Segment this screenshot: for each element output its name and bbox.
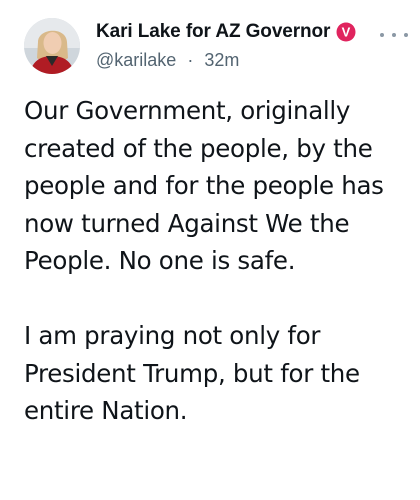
tweet-meta: @karilake · 32m (96, 48, 380, 72)
author-handle[interactable]: @karilake (96, 50, 176, 70)
tweet-paragraph: I am praying not only for President Trum… (24, 321, 360, 425)
name-row: Kari Lake for AZ Governor V (96, 18, 380, 46)
author-display-name[interactable]: Kari Lake for AZ Governor (96, 21, 330, 43)
tweet-card: Kari Lake for AZ Governor V @karilake · … (0, 0, 420, 500)
more-dot (380, 33, 384, 37)
tweet-paragraph: Our Government, originally created of th… (24, 96, 384, 275)
meta-separator: · (187, 50, 194, 70)
more-dot (392, 33, 396, 37)
more-dot (404, 33, 408, 37)
verified-badge-icon: V (336, 22, 356, 42)
tweet-text: Our Government, originally created of th… (24, 92, 409, 430)
more-horizontal-icon[interactable] (380, 28, 408, 42)
author-avatar[interactable] (24, 18, 80, 74)
author-identity: Kari Lake for AZ Governor V @karilake · … (96, 18, 380, 72)
verified-badge-letter: V (342, 25, 351, 40)
tweet-timestamp[interactable]: 32m (204, 50, 239, 70)
